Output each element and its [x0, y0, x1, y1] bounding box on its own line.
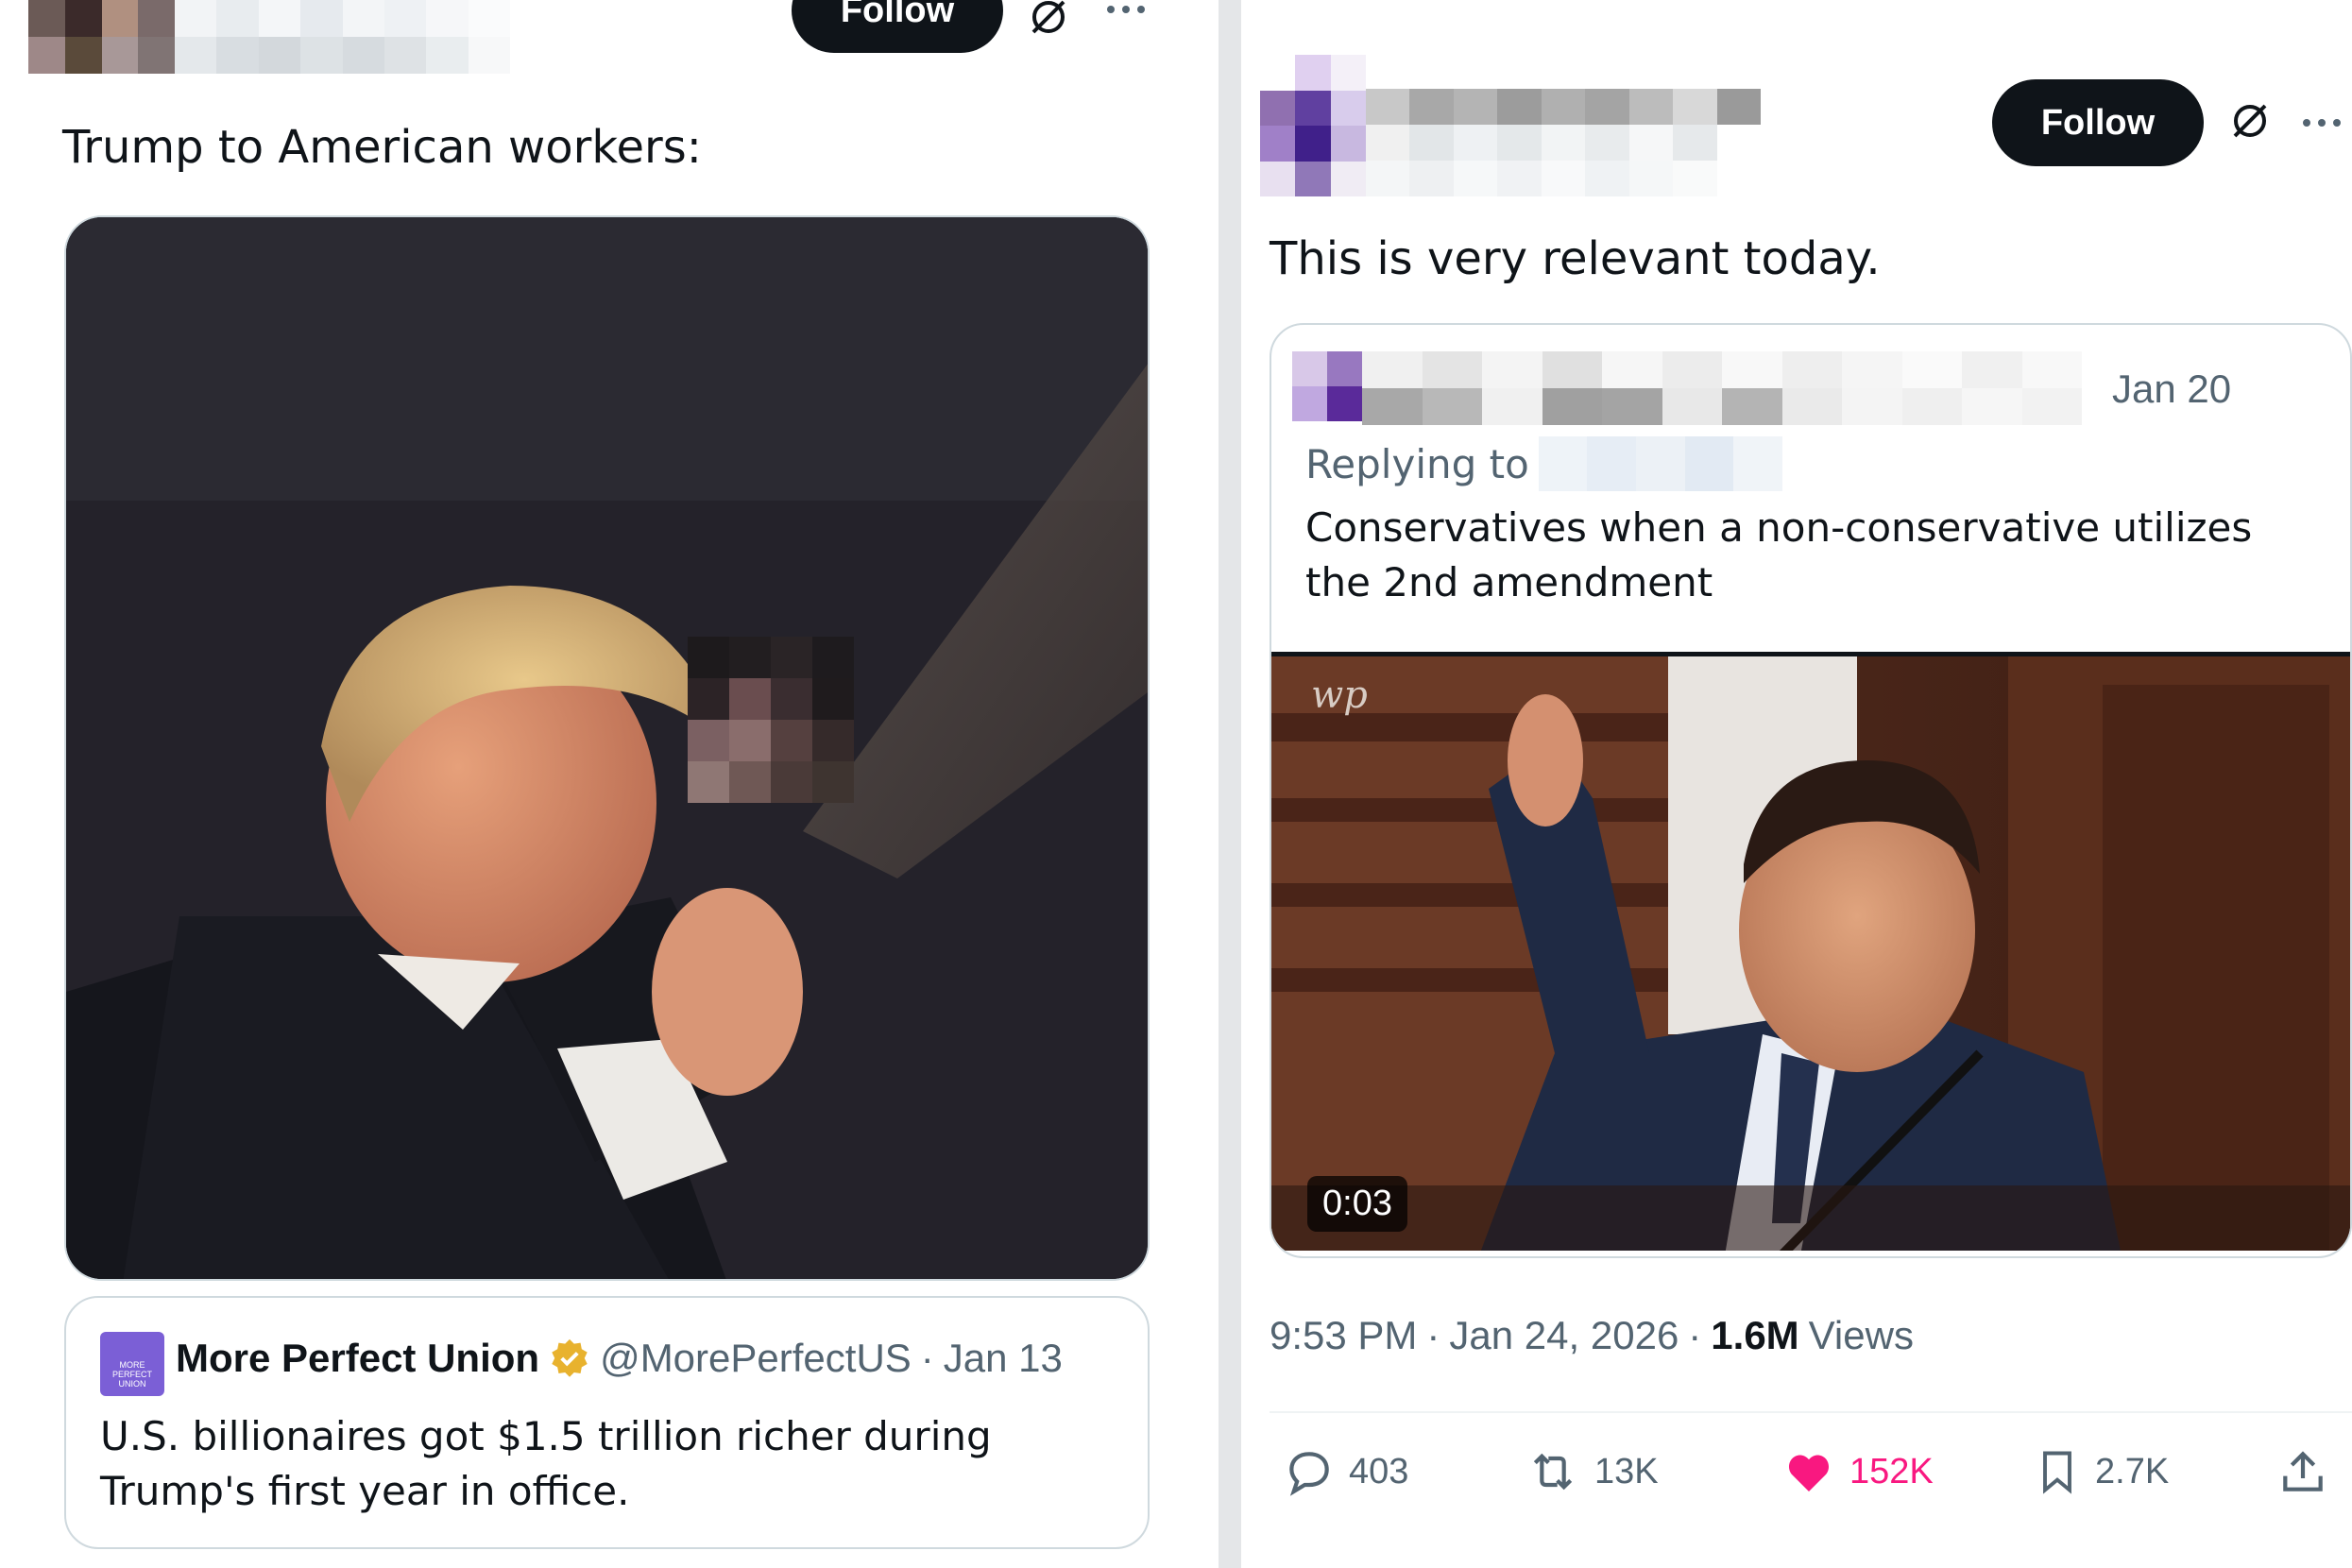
video-duration: 0:03 — [1307, 1176, 1407, 1232]
heart-icon — [1789, 1455, 1829, 1491]
bookmark-icon — [2043, 1451, 2071, 1494]
views-label: Views — [1808, 1313, 1914, 1357]
like-button[interactable]: 152K — [1781, 1445, 1934, 1498]
photo-illustration — [66, 217, 1148, 1279]
video-frame-illustration — [1271, 656, 2350, 1251]
quoted-header: More Perfect Union @MorePerfectUS · Jan … — [176, 1336, 1063, 1381]
grok-icon[interactable] — [1026, 0, 1071, 40]
author-name-censored[interactable] — [175, 0, 510, 74]
views-count: 1.6M — [1711, 1313, 1799, 1357]
tweet-date[interactable]: Jan 24, 2026 — [1449, 1313, 1679, 1358]
like-count: 152K — [1849, 1451, 1934, 1491]
bookmark-count: 2.7K — [2095, 1451, 2170, 1491]
quoted-tweet[interactable]: Jan 20 Replying to Conservatives when a … — [1270, 323, 2352, 1258]
tweet-text: This is very relevant today. — [1270, 232, 1881, 285]
quoted-video[interactable]: wp 0:03 — [1271, 652, 2350, 1251]
grok-icon[interactable] — [2227, 98, 2273, 144]
more-icon[interactable] — [1107, 6, 1145, 13]
quoted-date[interactable]: Jan 13 — [944, 1336, 1063, 1381]
quoted-separator: · — [920, 1336, 934, 1380]
mpu-logo[interactable]: MORE PERFECT UNION — [100, 1332, 164, 1396]
tweet-photo[interactable] — [64, 215, 1150, 1281]
quoted-name-censored[interactable] — [1362, 351, 2082, 425]
quoted-text: U.S. billionaires got $1.5 trillion rich… — [100, 1413, 992, 1514]
replying-to-handle-censored[interactable] — [1538, 436, 1782, 491]
quoted-text: Conservatives when a non-conservative ut… — [1305, 504, 2253, 605]
author-name-censored[interactable] — [1366, 89, 1761, 196]
reply-button[interactable]: 403 — [1283, 1445, 1408, 1498]
right-tweet: Follow This is very relevant today. Jan … — [1241, 0, 2352, 1568]
tweet-text: Trump to American workers: — [62, 121, 702, 174]
tweet-meta: 9:53 PM · Jan 24, 2026 · 1.6M Views — [1270, 1313, 1914, 1358]
more-icon[interactable] — [2303, 119, 2341, 127]
tweet-time[interactable]: 9:53 PM — [1270, 1313, 1417, 1358]
follow-button[interactable]: Follow — [1992, 79, 2204, 166]
reply-icon — [1289, 1452, 1329, 1496]
repost-count: 13K — [1594, 1451, 1659, 1491]
repost-button[interactable]: 13K — [1525, 1445, 1659, 1498]
video-watermark: wp — [1311, 673, 1368, 717]
quoted-author-handle[interactable]: @MorePerfectUS — [600, 1336, 912, 1381]
avatar-censored[interactable] — [1260, 55, 1366, 196]
avatar-censored[interactable] — [28, 0, 175, 74]
censored-gesture — [688, 637, 854, 803]
share-button[interactable] — [2276, 1445, 2329, 1498]
replying-to: Replying to — [1305, 436, 1782, 491]
actions-divider — [1270, 1411, 2352, 1413]
replying-to-label: Replying to — [1305, 440, 1529, 487]
quoted-tweet[interactable]: MORE PERFECT UNION More Perfect Union @M… — [64, 1296, 1150, 1549]
repost-icon — [1533, 1453, 1573, 1491]
verified-badge-icon — [552, 1338, 588, 1377]
left-tweet: Follow Trump to American workers: MORE P… — [0, 0, 1219, 1568]
bookmark-button[interactable]: 2.7K — [2033, 1445, 2169, 1498]
quoted-avatar-censored[interactable] — [1292, 351, 1362, 421]
reply-count: 403 — [1349, 1451, 1409, 1491]
quoted-date[interactable]: Jan 20 — [2112, 366, 2231, 412]
panel-divider — [1219, 0, 1241, 1568]
quoted-author-name[interactable]: More Perfect Union — [176, 1336, 539, 1381]
follow-button[interactable]: Follow — [792, 0, 1003, 53]
share-icon — [2283, 1451, 2323, 1491]
